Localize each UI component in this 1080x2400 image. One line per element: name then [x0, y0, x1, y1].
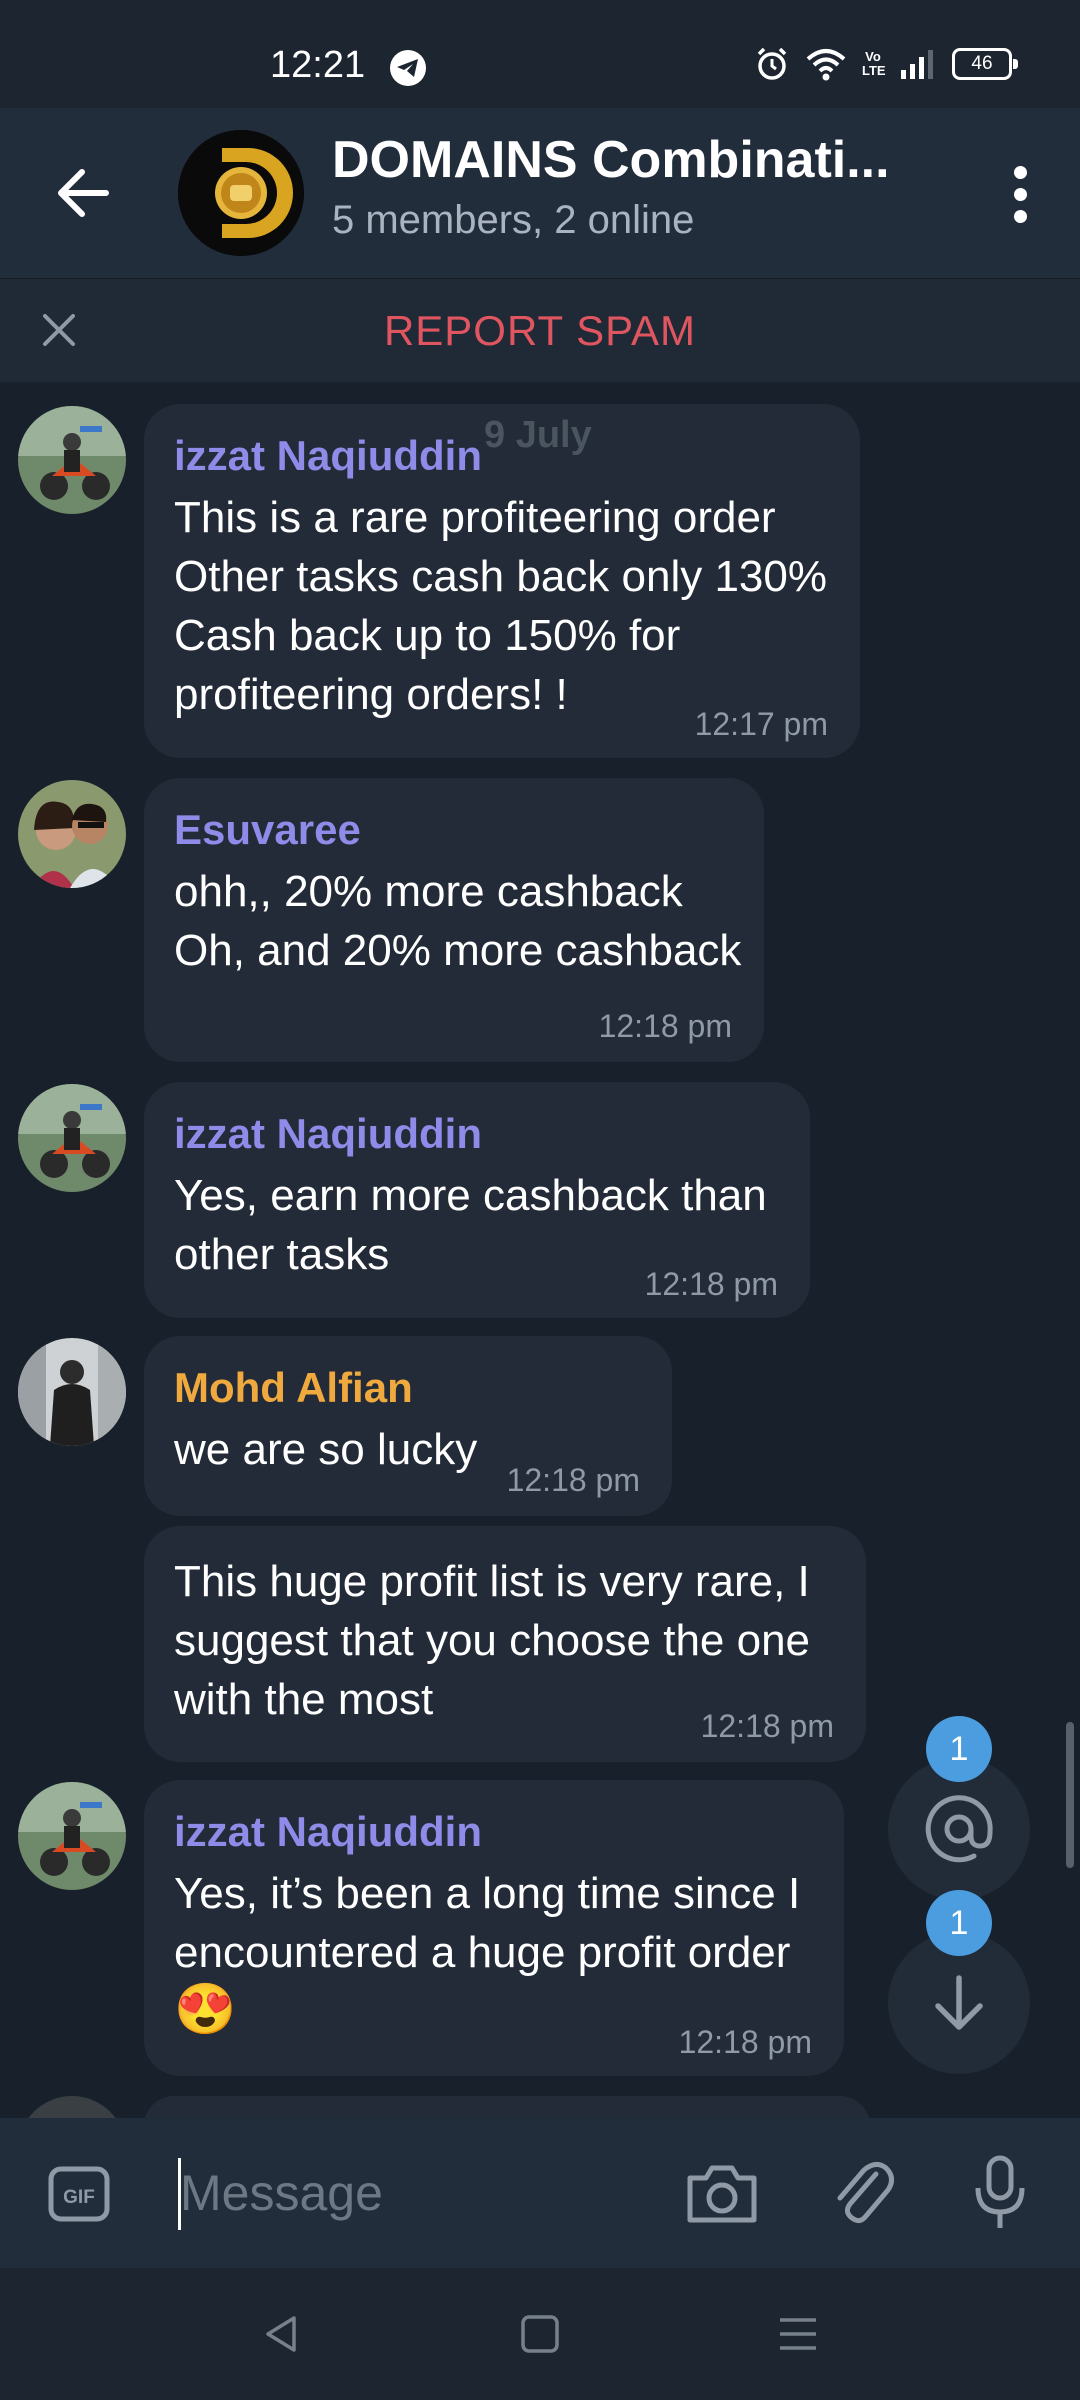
volte-icon: Vo LTE	[862, 49, 886, 78]
scrollbar[interactable]	[1066, 1722, 1074, 1868]
camera-icon[interactable]	[684, 2162, 760, 2226]
message-text: This huge profit list is very rare, I su…	[174, 1557, 811, 1724]
status-bar: 12:21 Vo LTE 46	[0, 0, 1080, 108]
message-time: 12:18 pm	[506, 1462, 640, 1498]
mentions-badge: 1	[926, 1716, 992, 1782]
signal-icon	[901, 50, 933, 79]
message-time: 12:17 pm	[694, 706, 828, 742]
avatar[interactable]	[18, 780, 126, 888]
message-text: Yes, it’s been a long time since I encou…	[174, 1869, 801, 1977]
message-bubble[interactable]	[144, 2096, 870, 2118]
message-sender[interactable]: Esuvaree	[174, 806, 361, 854]
message-sender[interactable]: Mohd Alfian	[174, 1364, 413, 1412]
group-avatar[interactable]	[178, 130, 304, 256]
chat-header: DOMAINS Combinati... 5 members, 2 online	[0, 108, 1080, 278]
back-arrow-icon[interactable]	[54, 164, 112, 222]
message-bubble[interactable]: izzat Naqiuddin Yes, it’s been a long ti…	[144, 1780, 844, 2076]
message-sender[interactable]: izzat Naqiuddin	[174, 1110, 482, 1158]
message-time: 12:18 pm	[678, 2024, 812, 2060]
wifi-icon	[806, 49, 846, 81]
message-sender[interactable]: izzat Naqiuddin	[174, 432, 482, 480]
telegram-icon	[390, 50, 426, 86]
alarm-icon	[757, 47, 787, 80]
message-bubble[interactable]: 9 July izzat Naqiuddin This is a rare pr…	[144, 404, 860, 758]
nav-menu-icon[interactable]	[778, 2314, 818, 2354]
system-nav-bar	[0, 2268, 1080, 2400]
microphone-icon[interactable]	[972, 2154, 1028, 2232]
nav-back-icon[interactable]	[262, 2314, 302, 2354]
status-icons: Vo LTE 46	[754, 46, 1018, 82]
report-spam-button[interactable]: REPORT SPAM	[0, 307, 1080, 355]
chat-title[interactable]: DOMAINS Combinati...	[332, 130, 890, 190]
message-bubble[interactable]: This huge profit list is very rare, I su…	[144, 1526, 866, 1762]
avatar[interactable]	[18, 406, 126, 514]
chat-subtitle: 5 members, 2 online	[332, 198, 695, 242]
avatar[interactable]	[18, 1084, 126, 1192]
message-list[interactable]: 9 July izzat Naqiuddin This is a rare pr…	[0, 382, 1080, 2118]
message-bubble[interactable]: Esuvaree ohh,, 20% more cashback Oh, and…	[144, 778, 764, 1062]
nav-home-icon[interactable]	[520, 2314, 560, 2354]
message-time: 12:18 pm	[644, 1266, 778, 1302]
message-text: ohh,, 20% more cashback Oh, and 20% more…	[174, 867, 742, 975]
attach-icon[interactable]	[832, 2156, 894, 2228]
status-time: 12:21	[270, 44, 366, 86]
more-options-icon[interactable]	[1014, 166, 1028, 232]
avatar[interactable]	[18, 1338, 126, 1446]
emoji-heart-eyes: 😍	[174, 1981, 237, 2037]
report-spam-bar: REPORT SPAM	[0, 278, 1080, 383]
gif-icon[interactable]: GIF	[48, 2166, 110, 2222]
date-chip: 9 July	[484, 414, 592, 456]
message-text: we are so lucky	[174, 1425, 478, 1474]
avatar[interactable]	[18, 1782, 126, 1890]
message-time: 12:18 pm	[700, 1708, 834, 1744]
message-bubble[interactable]: Mohd Alfian we are so lucky 12:18 pm	[144, 1336, 672, 1516]
message-input-bar: GIF Message	[0, 2118, 1080, 2268]
message-sender[interactable]: izzat Naqiuddin	[174, 1808, 482, 1856]
message-bubble[interactable]: izzat Naqiuddin Yes, earn more cashback …	[144, 1082, 810, 1318]
battery-icon: 46	[952, 48, 1018, 80]
message-time: 12:18 pm	[598, 1008, 732, 1044]
avatar[interactable]	[18, 2096, 126, 2118]
svg-text:GIF: GIF	[63, 2187, 95, 2208]
message-text: This is a rare profiteering order Other …	[174, 493, 827, 719]
message-input[interactable]: Message	[180, 2164, 383, 2222]
unread-badge: 1	[926, 1890, 992, 1956]
